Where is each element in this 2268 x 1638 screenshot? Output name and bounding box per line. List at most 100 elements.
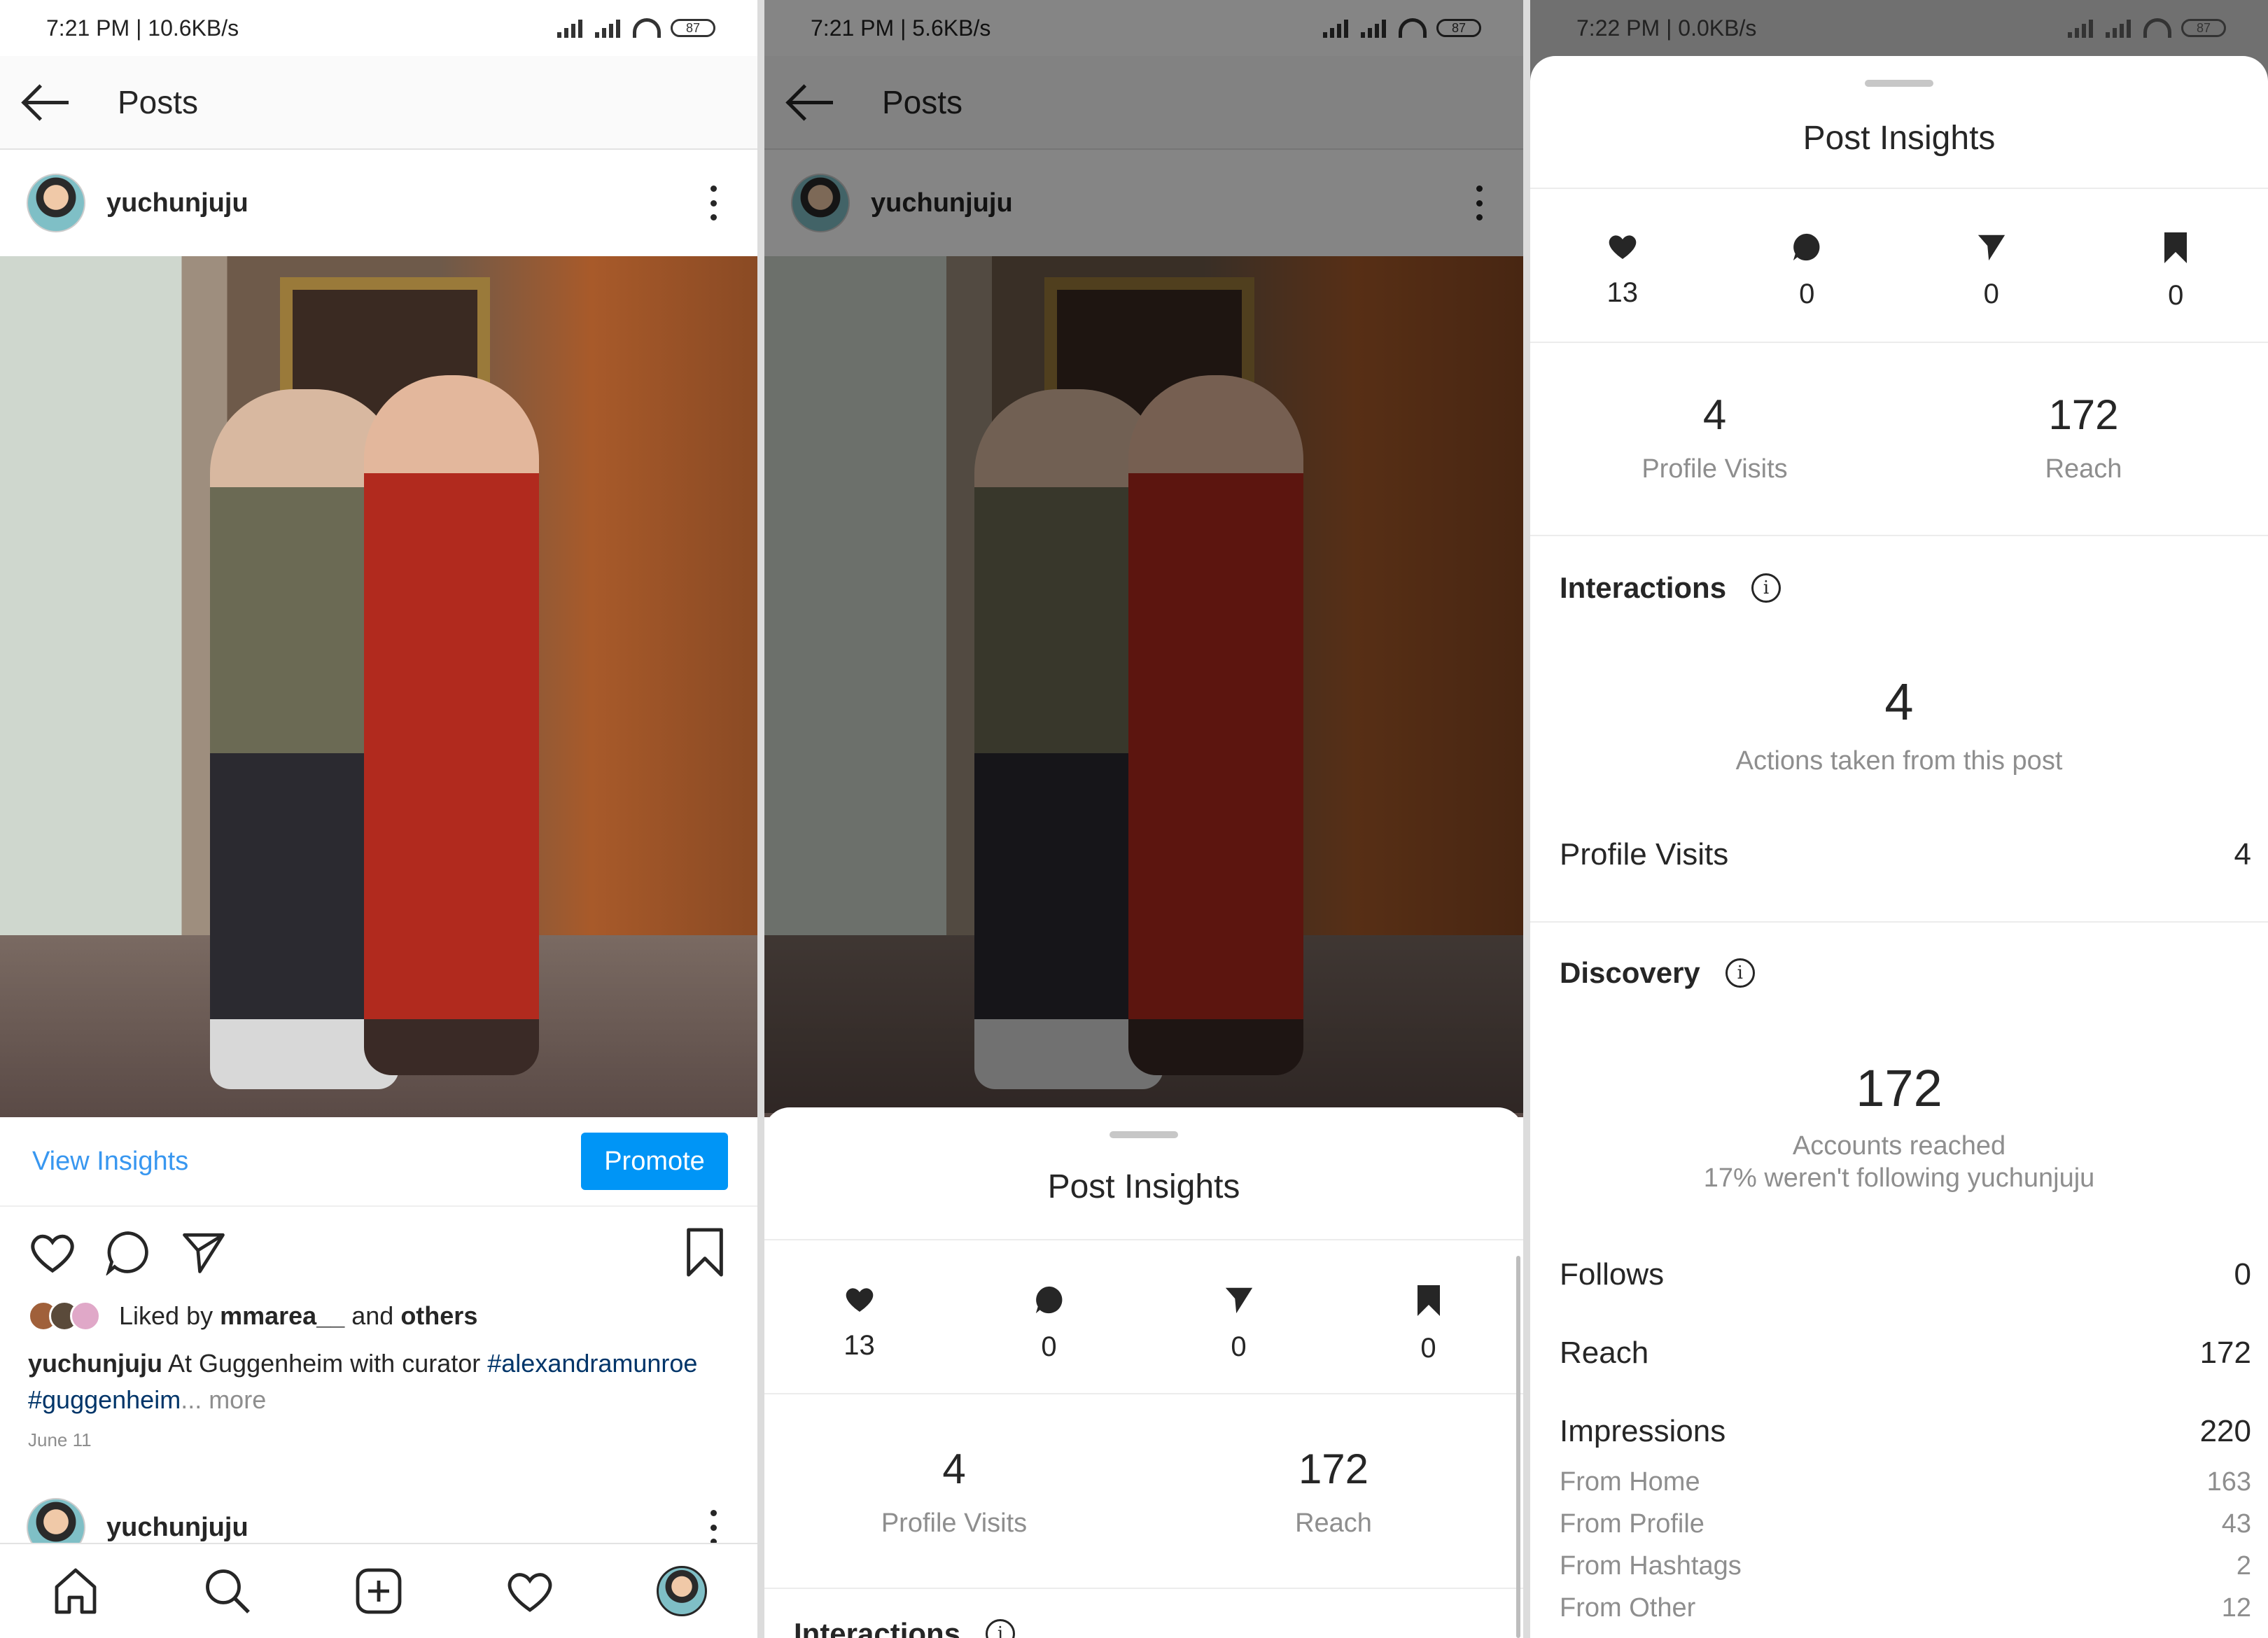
- discovery-caption: Accounts reached: [1792, 1131, 2006, 1161]
- post-caption: yuchunjuju At Guggenheim with curator #a…: [28, 1349, 698, 1414]
- bookmark-icon: [1417, 1285, 1440, 1316]
- likes-count: 13: [844, 1330, 875, 1361]
- overview-stats: 4 Profile Visits 172 Reach: [1530, 391, 2268, 484]
- comment-icon[interactable]: [105, 1229, 151, 1275]
- interactions-heading: Interactions i: [794, 1617, 1016, 1638]
- signal-icon: [2068, 18, 2096, 38]
- sheet-backdrop[interactable]: [764, 0, 1523, 1113]
- battery-icon: 87: [671, 19, 715, 37]
- profile-icon[interactable]: [656, 1566, 707, 1616]
- reach-value: 172: [2048, 391, 2119, 438]
- more-link[interactable]: ... more: [181, 1385, 266, 1414]
- drag-handle[interactable]: [1865, 80, 1933, 87]
- heart-icon[interactable]: [28, 1229, 77, 1275]
- send-icon[interactable]: [181, 1229, 227, 1275]
- reach-label: Reach: [1295, 1508, 1372, 1538]
- posts-screen-with-sheet: 7:21 PM | 5.6KB/s 87 Posts yuchunjuju Po…: [764, 0, 1523, 1638]
- more-options-icon[interactable]: [710, 186, 717, 220]
- info-icon[interactable]: i: [1725, 958, 1755, 988]
- status-text: 7:21 PM | 10.6KB/s: [46, 15, 239, 41]
- interaction-row: Profile Visits 4: [1560, 837, 2251, 872]
- bookmark-icon: [2164, 232, 2188, 263]
- status-bar: 7:22 PM | 0.0KB/s 87: [1530, 0, 2268, 56]
- heart-icon: [846, 1288, 873, 1312]
- post-username[interactable]: yuchunjuju: [106, 188, 248, 218]
- post-photo[interactable]: [0, 256, 757, 1117]
- status-text: 7:22 PM | 0.0KB/s: [1576, 15, 1757, 41]
- profile-visits-label: Profile Visits: [1642, 454, 1788, 484]
- liked-user[interactable]: mmarea__: [220, 1301, 344, 1330]
- info-icon[interactable]: i: [986, 1619, 1016, 1638]
- shares-count: 0: [1983, 279, 1999, 309]
- overview-stats: 4 Profile Visits 172 Reach: [764, 1445, 1523, 1539]
- reach-value: 172: [1298, 1446, 1369, 1492]
- impressions-source-row: From Profile 43: [1560, 1509, 2251, 1539]
- signal-icon: [2106, 18, 2134, 38]
- sheet-title: Post Insights: [1802, 120, 1996, 157]
- drag-handle[interactable]: [1110, 1131, 1178, 1138]
- promote-button[interactable]: Promote: [581, 1133, 728, 1190]
- insights-sheet: Post Insights 13 0 0 0 4 Profile Visits …: [1530, 56, 2268, 1638]
- send-icon: [1225, 1287, 1252, 1314]
- avatar[interactable]: [27, 174, 85, 232]
- discovery-row: Impressions 220: [1560, 1414, 2251, 1448]
- discovery-row: Follows 0: [1560, 1257, 2251, 1292]
- comments-count: 0: [1041, 1331, 1057, 1362]
- more-options-icon[interactable]: [710, 1510, 717, 1545]
- signal-icon: [595, 18, 623, 38]
- page-title: Posts: [118, 84, 199, 120]
- caption-username[interactable]: yuchunjuju: [28, 1349, 162, 1378]
- discovery-total: 172: [1856, 1059, 1942, 1117]
- scrollbar[interactable]: [1516, 1256, 1520, 1638]
- post-date: June 11: [28, 1429, 92, 1450]
- posts-screen: 7:21 PM | 10.6KB/s 87 Posts yuchunjuju V…: [0, 0, 757, 1638]
- likes-count: 13: [1606, 277, 1639, 308]
- search-icon[interactable]: [202, 1566, 253, 1616]
- info-icon[interactable]: i: [1751, 573, 1782, 603]
- insights-screen: 7:22 PM | 0.0KB/s 87 Post Insights 13 0 …: [1530, 0, 2268, 1638]
- view-insights-link[interactable]: View Insights: [32, 1147, 188, 1177]
- discovery-row: Reach 172: [1560, 1336, 2251, 1370]
- interactions-caption: Actions taken from this post: [1735, 746, 2063, 776]
- profile-visits-value: 4: [1702, 391, 1727, 438]
- hashtag[interactable]: #alexandramunroe: [487, 1349, 697, 1378]
- likes-row[interactable]: Liked by mmarea__ and others: [28, 1301, 477, 1331]
- comment-icon: [1035, 1286, 1062, 1314]
- add-icon[interactable]: [354, 1566, 404, 1616]
- liked-others[interactable]: others: [400, 1301, 477, 1330]
- send-icon: [1977, 234, 2005, 261]
- saves-count: 0: [1420, 1333, 1436, 1364]
- battery-icon: 87: [2181, 19, 2226, 37]
- post-header: yuchunjuju: [0, 150, 757, 256]
- interactions-total: 4: [1884, 673, 1914, 731]
- signal-icon: [557, 18, 585, 38]
- impressions-source-row: From Home 163: [1560, 1467, 2251, 1497]
- impressions-source-row: From Other 12: [1560, 1593, 2251, 1623]
- home-icon[interactable]: [50, 1566, 101, 1616]
- bookmark-icon[interactable]: [683, 1228, 727, 1277]
- comments-count: 0: [1799, 279, 1815, 309]
- comment-icon: [1793, 233, 1820, 261]
- activity-icon[interactable]: [505, 1566, 555, 1616]
- back-arrow-icon[interactable]: [22, 81, 71, 123]
- liker-avatar: [70, 1301, 101, 1331]
- discovery-note: 17% weren't following yuchunjuju: [1703, 1163, 2095, 1193]
- hashtag[interactable]: #guggenheim: [28, 1385, 181, 1414]
- heart-icon: [1609, 235, 1637, 259]
- person-right: [364, 375, 539, 1075]
- status-bar: 7:21 PM | 10.6KB/s 87: [0, 0, 757, 56]
- engagement-counts: 13 0 0 0: [764, 1284, 1523, 1364]
- app-bar: Posts: [0, 56, 757, 150]
- insights-sheet: Post Insights 13 0 0 0 4 Profile Visits …: [764, 1107, 1523, 1638]
- bottom-nav: [0, 1543, 757, 1638]
- post-username[interactable]: yuchunjuju: [106, 1513, 248, 1543]
- profile-visits-value: 4: [942, 1446, 966, 1492]
- discovery-heading: Discovery i: [1560, 956, 1755, 990]
- post-actions: [0, 1225, 757, 1281]
- sheet-title: Post Insights: [1047, 1168, 1240, 1205]
- wifi-icon: [633, 18, 661, 38]
- impressions-source-row: From Hashtags 2: [1560, 1551, 2251, 1581]
- interactions-heading: Interactions i: [1560, 571, 1782, 605]
- engagement-counts: 13 0 0 0: [1530, 231, 2268, 312]
- saves-count: 0: [2168, 280, 2184, 311]
